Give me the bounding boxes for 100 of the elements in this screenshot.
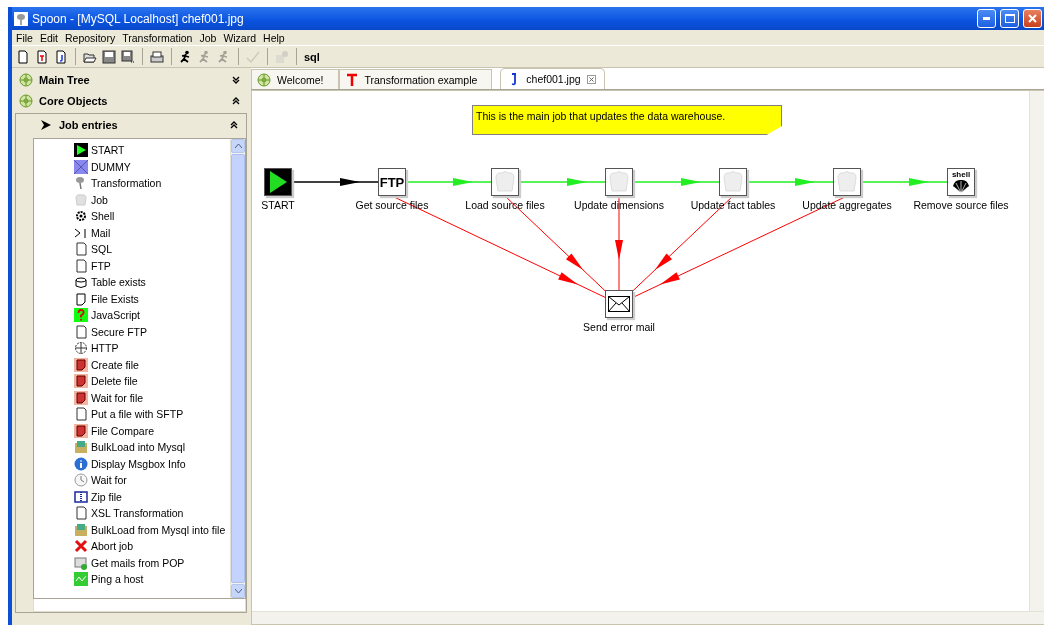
group-header[interactable]: Job entries: [16, 114, 246, 136]
archive-icon: [74, 489, 88, 504]
list-item[interactable]: Ping a host: [74, 571, 230, 588]
file-icon: [74, 357, 88, 372]
list-item[interactable]: Secure FTP: [74, 323, 230, 340]
scrollbar[interactable]: [230, 139, 245, 598]
list-item[interactable]: Put a file with SFTP: [74, 406, 230, 423]
scroll-up-icon: [234, 144, 242, 148]
list-item[interactable]: Transformation: [74, 175, 230, 192]
job-node[interactable]: [605, 290, 633, 318]
list-item[interactable]: Shell: [74, 208, 230, 225]
tab[interactable]: chef001.jpg: [500, 68, 605, 89]
list-item[interactable]: Wait for: [74, 472, 230, 489]
toolbar-button[interactable]: [101, 47, 117, 66]
job-node[interactable]: [264, 168, 292, 196]
check-icon: [246, 49, 260, 64]
mailbox-icon: [74, 555, 88, 570]
window-title: Spoon - [MySQL Localhost] chef001.jpg: [32, 11, 245, 26]
toolbar-button[interactable]: [120, 47, 136, 66]
list-item[interactable]: Wait for file: [74, 389, 230, 406]
list-item[interactable]: XSL Transformation: [74, 505, 230, 522]
new-file-icon: [16, 49, 30, 64]
chef-hat-icon: [493, 170, 517, 194]
list-item[interactable]: Mail: [74, 224, 230, 241]
printer-icon: [150, 49, 164, 64]
node-icon-text: FTP: [379, 174, 405, 190]
menu-item[interactable]: Repository: [62, 31, 120, 44]
node-icon-text: shell: [951, 170, 971, 179]
menu-item[interactable]: Help: [260, 31, 289, 44]
section-title: Core Objects: [39, 95, 109, 107]
maximize-button[interactable]: [1000, 9, 1019, 28]
clock-icon: [74, 473, 88, 488]
file-icon: [74, 374, 88, 389]
list-item[interactable]: SQL: [74, 241, 230, 258]
collapse-icon: [230, 121, 238, 129]
chef-hat-icon: [721, 170, 745, 194]
wheel-icon: [257, 72, 271, 87]
list-item[interactable]: START: [74, 142, 230, 159]
wheel-icon: [19, 73, 33, 87]
wheel-icon: [19, 94, 33, 108]
scrollbar[interactable]: [1029, 91, 1044, 611]
list-item[interactable]: Display Msgbox Info: [74, 455, 230, 472]
list-item[interactable]: JavaScript: [74, 307, 230, 324]
scroll-down-icon: [234, 589, 242, 593]
list-item[interactable]: BulkLoad from Mysql into file: [74, 521, 230, 538]
list-item[interactable]: BulkLoad into Mysql: [74, 439, 230, 456]
spoon-icon: [14, 11, 28, 26]
job-node[interactable]: FTP: [378, 168, 406, 196]
group-title: Job entries: [59, 119, 119, 131]
section-title: Main Tree: [39, 74, 91, 86]
document-icon: [74, 407, 88, 422]
tab[interactable]: Welcome!: [251, 69, 339, 89]
globe-icon: [74, 341, 88, 356]
minimize-button[interactable]: [977, 9, 996, 28]
list-item[interactable]: FTP: [74, 257, 230, 274]
chef-hat-icon: [835, 170, 859, 194]
job-node[interactable]: [605, 168, 633, 196]
list-item[interactable]: Create file: [74, 356, 230, 373]
job-node[interactable]: [719, 168, 747, 196]
list-item[interactable]: Job: [74, 191, 230, 208]
list-item[interactable]: Table exists: [74, 274, 230, 291]
new-file-icon: [54, 49, 68, 64]
list-item[interactable]: Get mails from POP: [74, 554, 230, 571]
toolbar-button[interactable]: sql: [303, 47, 321, 66]
chef-hat-icon: [607, 170, 631, 194]
menu-item[interactable]: Job: [196, 31, 221, 44]
list-item[interactable]: File Exists: [74, 290, 230, 307]
scrollbar[interactable]: [252, 611, 1044, 624]
list-item[interactable]: HTTP: [74, 340, 230, 357]
maximize-icon: [1004, 14, 1015, 23]
close-button[interactable]: [1023, 9, 1042, 28]
menu-item[interactable]: Wizard: [220, 31, 261, 44]
note[interactable]: This is the main job that updates the data warehouse.: [472, 105, 782, 135]
list-item[interactable]: DUMMY: [74, 158, 230, 175]
play-icon: [267, 170, 289, 194]
info-icon: [74, 456, 88, 471]
minimize-icon: [983, 17, 990, 20]
document-icon: [74, 258, 88, 273]
job-node[interactable]: [833, 168, 861, 196]
list-item[interactable]: Abort job: [74, 538, 230, 555]
expand-icon: [232, 76, 240, 84]
question-icon: [74, 308, 88, 323]
document-icon: [74, 324, 88, 339]
shell-icon: [952, 178, 970, 194]
list-item[interactable]: File Compare: [74, 422, 230, 439]
play-icon: [74, 143, 88, 158]
new-file-icon: [35, 49, 49, 64]
job-node[interactable]: [491, 168, 519, 196]
menu-item[interactable]: Edit: [36, 31, 62, 44]
close-icon: [1028, 14, 1037, 23]
menu-item[interactable]: File: [13, 31, 37, 44]
list-item[interactable]: Delete file: [74, 373, 230, 390]
document-icon: [74, 242, 88, 257]
close-icon[interactable]: [586, 74, 596, 84]
list-item[interactable]: Zip file: [74, 488, 230, 505]
file-icon: [74, 390, 88, 405]
menu-item[interactable]: Transformation: [119, 31, 197, 44]
tab[interactable]: Transformation example: [338, 69, 493, 89]
node-label: START: [260, 199, 296, 211]
job-node[interactable]: shell: [947, 168, 975, 196]
